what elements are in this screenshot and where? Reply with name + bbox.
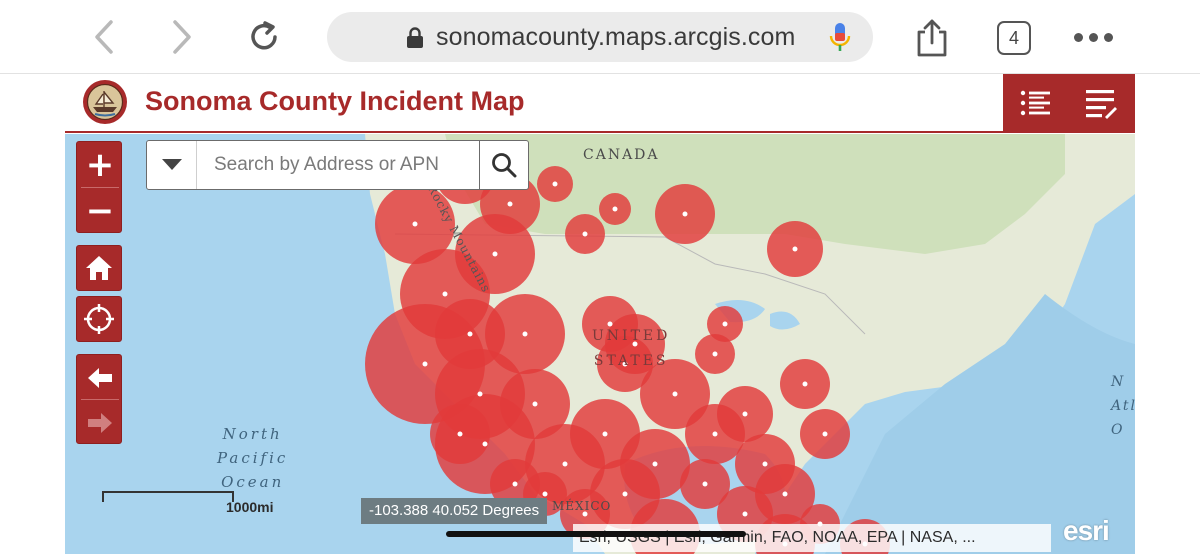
incident-point[interactable] xyxy=(467,331,473,337)
incident-point[interactable] xyxy=(602,431,608,437)
incident-point[interactable] xyxy=(702,481,708,487)
incident-point[interactable] xyxy=(742,511,748,517)
scale-bar-label: 1000mi xyxy=(226,499,274,515)
legend-icon[interactable] xyxy=(1018,86,1052,120)
map-label-pacific-ocean: North Pacific Ocean xyxy=(217,425,289,491)
zoom-in-button[interactable]: + xyxy=(77,142,123,188)
back-icon xyxy=(95,20,113,54)
back-button[interactable] xyxy=(84,17,124,57)
incident-point[interactable] xyxy=(507,201,513,207)
incident-point[interactable] xyxy=(802,381,808,387)
home-icon xyxy=(86,256,112,280)
address-url[interactable]: sonomacounty.maps.arcgis.com xyxy=(436,23,795,52)
zoom-control: + − xyxy=(76,141,122,233)
incident-point[interactable] xyxy=(722,321,728,327)
incident-point[interactable] xyxy=(442,291,448,297)
arrow-right-icon xyxy=(88,412,112,433)
previous-extent-button[interactable] xyxy=(77,355,123,400)
incident-point[interactable] xyxy=(482,441,488,447)
incident-point[interactable] xyxy=(792,246,798,252)
map-label-atlantic: N Atl O xyxy=(1111,374,1135,438)
search-widget xyxy=(146,140,529,190)
home-indicator xyxy=(446,531,746,537)
forward-button[interactable] xyxy=(162,17,202,57)
arrow-left-icon xyxy=(88,367,112,388)
browser-toolbar: sonomacounty.maps.arcgis.com 4 xyxy=(0,0,1200,74)
tabs-button[interactable]: 4 xyxy=(997,21,1031,55)
next-extent-button[interactable] xyxy=(77,400,123,445)
home-button[interactable] xyxy=(76,245,122,291)
incident-point[interactable] xyxy=(522,331,528,337)
incident-point[interactable] xyxy=(532,401,538,407)
incident-point[interactable] xyxy=(622,491,628,497)
incident-point[interactable] xyxy=(712,351,718,357)
map-label-mexico: MÉXICO xyxy=(552,499,612,513)
incident-point[interactable] xyxy=(422,361,428,367)
coordinate-readout: -103.388 40.052 Degrees xyxy=(361,498,548,524)
incident-point[interactable] xyxy=(542,491,548,497)
incident-point[interactable] xyxy=(672,391,678,397)
esri-logo: esri xyxy=(1063,515,1110,546)
search-icon xyxy=(492,153,517,178)
incident-point[interactable] xyxy=(782,491,788,497)
zoom-out-button[interactable]: − xyxy=(77,188,123,234)
map-label-united-states: UNITED STATES xyxy=(592,328,671,369)
incident-point[interactable] xyxy=(492,251,498,257)
share-icon[interactable] xyxy=(914,18,950,58)
forward-icon xyxy=(173,20,191,54)
incident-point[interactable] xyxy=(562,461,568,467)
incident-point[interactable] xyxy=(457,431,463,437)
search-input[interactable] xyxy=(199,142,477,188)
search-source-dropdown[interactable] xyxy=(147,141,197,189)
search-button[interactable] xyxy=(479,141,528,189)
reload-icon xyxy=(251,21,277,50)
incident-point[interactable] xyxy=(762,461,768,467)
layer-list-icon[interactable] xyxy=(1084,86,1118,120)
more-icon[interactable] xyxy=(1074,33,1113,42)
scale-bar xyxy=(102,491,234,502)
locate-button[interactable] xyxy=(76,296,122,342)
incident-point[interactable] xyxy=(552,181,558,187)
incident-point[interactable] xyxy=(822,431,828,437)
incident-point[interactable] xyxy=(582,231,588,237)
incident-point[interactable] xyxy=(512,481,518,487)
incident-point[interactable] xyxy=(477,391,483,397)
county-seal-logo xyxy=(83,80,127,124)
map-label-canada: CANADA xyxy=(583,147,660,163)
crosshair-icon xyxy=(84,304,114,334)
incident-point[interactable] xyxy=(412,221,418,227)
extent-navigation xyxy=(76,354,122,444)
incident-point[interactable] xyxy=(652,461,658,467)
microphone-icon[interactable] xyxy=(828,21,852,53)
lock-icon xyxy=(407,27,423,48)
incident-point[interactable] xyxy=(742,411,748,417)
incident-point[interactable] xyxy=(612,206,618,212)
incident-point[interactable] xyxy=(712,431,718,437)
app-title: Sonoma County Incident Map xyxy=(145,86,525,116)
reload-button[interactable] xyxy=(244,17,284,57)
caret-down-icon xyxy=(161,159,182,170)
map-attribution[interactable]: Esri, USGS | Esri, Garmin, FAO, NOAA, EP… xyxy=(573,524,1051,552)
incident-point[interactable] xyxy=(682,211,688,217)
